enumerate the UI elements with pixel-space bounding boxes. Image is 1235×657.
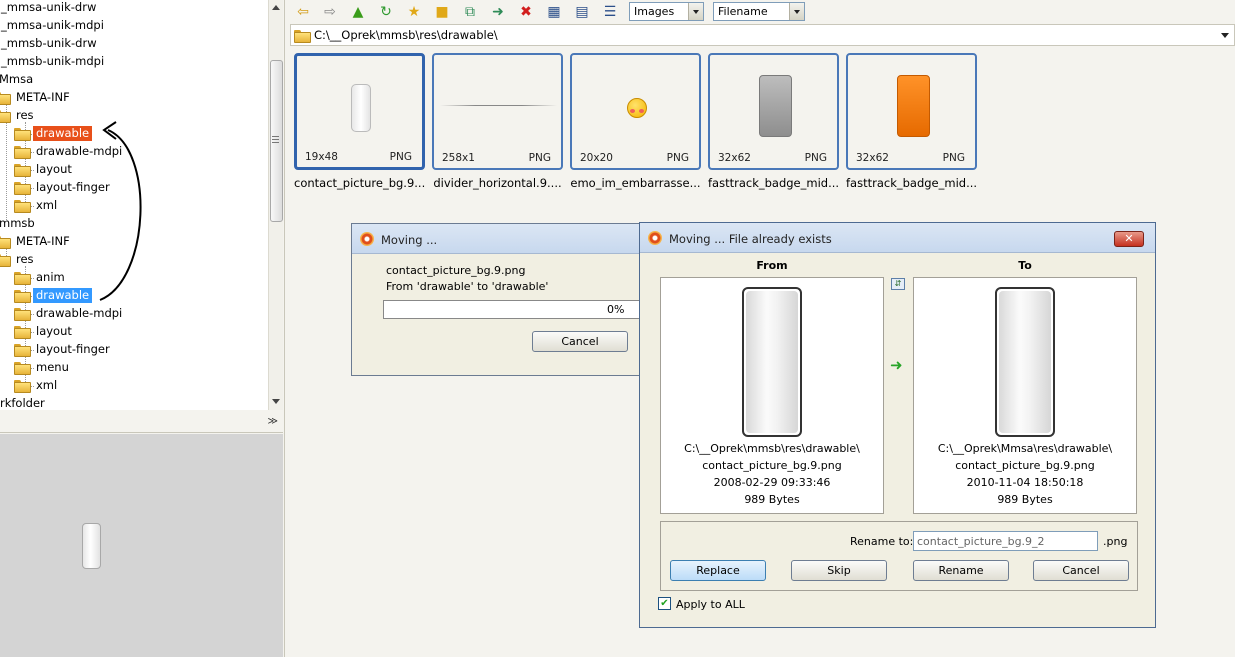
- apply-all-checkbox[interactable]: ✔: [658, 597, 671, 610]
- to-name: contact_picture_bg.9.png: [955, 459, 1095, 472]
- from-name: contact_picture_bg.9.png: [702, 459, 842, 472]
- apply-all-label[interactable]: Apply to ALL: [676, 598, 745, 611]
- rename-button[interactable]: Rename: [913, 560, 1009, 581]
- thumbnail-caption[interactable]: emo_im_embarrasse...: [570, 176, 701, 190]
- path-text: C:\__Oprek\mmsb\res\drawable\: [314, 28, 498, 42]
- favorites-icon[interactable]: ★: [404, 3, 424, 21]
- forward-arrow-icon[interactable]: ⇨: [320, 3, 340, 21]
- new-folder-icon[interactable]: ■: [432, 3, 452, 21]
- from-label: From: [756, 259, 788, 272]
- details-view-icon[interactable]: ☰: [600, 3, 620, 21]
- from-panel: C:\__Oprek\mmsb\res\drawable\ contact_pi…: [660, 277, 884, 514]
- thumbnail-caption[interactable]: fasttrack_badge_mid...: [846, 176, 977, 190]
- thumbnail-caption[interactable]: fasttrack_badge_mid...: [708, 176, 839, 190]
- list-view-icon[interactable]: ▤: [572, 3, 592, 21]
- to-image: [995, 287, 1055, 437]
- progress-text: 0%: [607, 303, 625, 316]
- scroll-up-icon[interactable]: [272, 5, 280, 10]
- dialog-titlebar[interactable]: Moving ...: [352, 224, 650, 254]
- dropdown-arrow-icon[interactable]: [1221, 33, 1229, 38]
- extension-label: .png: [1103, 535, 1128, 548]
- right-arrow-icon: ➜: [890, 356, 903, 374]
- actions-panel: Rename to: .png Replace Skip Rename Canc…: [660, 521, 1138, 591]
- delete-icon[interactable]: ✖: [516, 3, 536, 21]
- emoticon-icon: [627, 98, 647, 118]
- app-icon: [360, 232, 374, 246]
- app-icon: [648, 231, 662, 245]
- from-size: 989 Bytes: [744, 493, 800, 506]
- toolbar: ⇦ ⇨ ▲ ↻ ★ ■ ⧉ ➜ ✖ ▦ ▤ ☰ Images Filename: [290, 0, 1235, 24]
- to-panel: C:\__Oprek\Mmsa\res\drawable\ contact_pi…: [913, 277, 1137, 514]
- to-date: 2010-11-04 18:50:18: [966, 476, 1084, 489]
- pane-splitter[interactable]: [284, 0, 290, 657]
- dropdown-arrow-icon[interactable]: [789, 3, 804, 20]
- image-preview: [440, 105, 557, 106]
- dropdown-arrow-icon[interactable]: [688, 3, 703, 20]
- folder-icon: [294, 29, 311, 43]
- close-icon[interactable]: ✕: [1114, 231, 1144, 247]
- thumbnail-caption[interactable]: divider_horizontal.9....: [432, 176, 563, 190]
- thumbnail[interactable]: 258x1 PNG: [432, 53, 563, 170]
- to-label: To: [1018, 259, 1032, 272]
- move-to-icon[interactable]: ➜: [488, 3, 508, 21]
- moving-detail: From 'drawable' to 'drawable': [386, 280, 549, 293]
- thumbnails-view-icon[interactable]: ▦: [544, 3, 564, 21]
- blush-mark: [630, 109, 635, 113]
- swap-icon[interactable]: ⇵: [891, 278, 905, 290]
- filter-select[interactable]: Images: [629, 2, 704, 21]
- thumbnail[interactable]: 32x62 PNG: [708, 53, 839, 170]
- copy-to-icon[interactable]: ⧉: [460, 3, 480, 21]
- to-size: 989 Bytes: [997, 493, 1053, 506]
- moving-file-name: contact_picture_bg.9.png: [386, 264, 526, 277]
- thumbnail[interactable]: 19x48 PNG: [294, 53, 425, 170]
- thumbnail[interactable]: 32x62 PNG: [846, 53, 977, 170]
- annotation-arrow: [99, 121, 142, 301]
- address-bar[interactable]: C:\__Oprek\mmsb\res\drawable\: [290, 24, 1235, 46]
- from-image: [742, 287, 802, 437]
- from-date: 2008-02-29 09:33:46: [713, 476, 831, 489]
- moving-progress-dialog: Moving ... contact_picture_bg.9.png From…: [351, 223, 651, 376]
- cancel-button[interactable]: Cancel: [1033, 560, 1129, 581]
- from-path: C:\__Oprek\mmsb\res\drawable\: [684, 442, 860, 455]
- preview-image: [82, 523, 101, 569]
- back-arrow-icon[interactable]: ⇦: [293, 3, 313, 21]
- progress-bar: 0%: [383, 300, 649, 319]
- rename-input[interactable]: [913, 531, 1098, 551]
- preview-pane: [0, 434, 283, 657]
- scroll-down-icon[interactable]: [272, 399, 280, 404]
- file-exists-dialog: Moving ... File already exists ✕ From To…: [639, 222, 1156, 628]
- preview-header: ≫: [0, 415, 283, 433]
- thumbnail-caption[interactable]: contact_picture_bg.9...: [294, 176, 425, 190]
- image-preview: [351, 84, 371, 132]
- to-path: C:\__Oprek\Mmsa\res\drawable\: [937, 442, 1113, 455]
- folder-tree[interactable]: _mmsa-unik-drw _mmsa-unik-mdpi _mmsb-uni…: [0, 0, 283, 410]
- grip-icon: [272, 136, 279, 143]
- sort-select[interactable]: Filename: [713, 2, 805, 21]
- rename-label: Rename to:: [850, 535, 914, 548]
- image-preview: [759, 75, 792, 137]
- image-preview: [897, 75, 930, 137]
- cancel-button[interactable]: Cancel: [532, 331, 628, 352]
- up-folder-icon[interactable]: ▲: [348, 3, 368, 21]
- collapse-icon[interactable]: ≫: [268, 416, 278, 427]
- dialog-titlebar[interactable]: Moving ... File already exists ✕: [640, 223, 1155, 253]
- blush-mark: [639, 109, 644, 113]
- replace-button[interactable]: Replace: [670, 560, 766, 581]
- tree-scrollbar[interactable]: [268, 0, 283, 410]
- skip-button[interactable]: Skip: [791, 560, 887, 581]
- refresh-icon[interactable]: ↻: [376, 3, 396, 21]
- thumbnail[interactable]: 20x20 PNG: [570, 53, 701, 170]
